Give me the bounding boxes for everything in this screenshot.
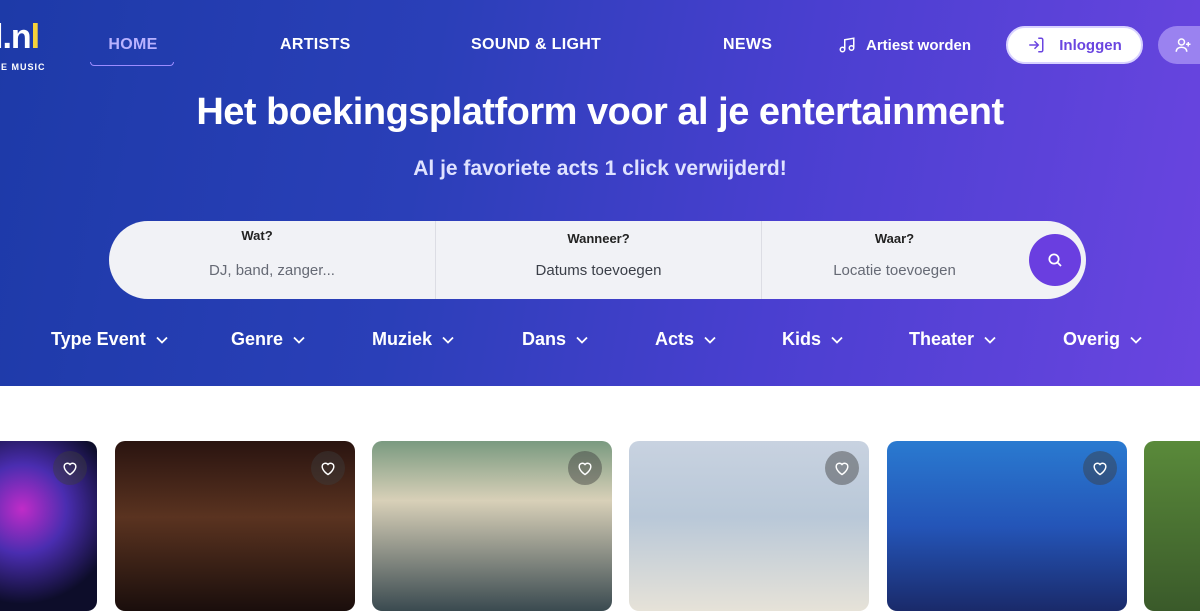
nav-home[interactable]: HOME	[92, 36, 174, 54]
category-kids[interactable]: Kids	[782, 329, 843, 350]
favorite-button[interactable]	[53, 451, 87, 485]
hero-section: l.nl VE MUSIC HOME ARTISTS SOUND & LIGHT…	[0, 0, 1200, 386]
nav-sound-light[interactable]: SOUND & LIGHT	[471, 36, 601, 54]
search-what-field[interactable]: Wat? DJ, band, zanger...	[109, 221, 435, 299]
chevron-down-icon	[442, 336, 454, 344]
user-menu-button[interactable]	[1158, 26, 1200, 64]
nav-home-active-indicator	[90, 62, 174, 66]
artiest-worden-link[interactable]: Artiest worden	[838, 36, 971, 54]
login-arrow-icon	[1029, 37, 1044, 53]
category-dans[interactable]: Dans	[522, 329, 588, 350]
category-overig[interactable]: Overig	[1063, 329, 1142, 350]
favorite-button[interactable]	[311, 451, 345, 485]
search-what-placeholder: DJ, band, zanger...	[209, 262, 335, 279]
search-where-placeholder: Locatie toevoegen	[833, 262, 956, 279]
favorite-button[interactable]	[568, 451, 602, 485]
chevron-down-icon	[704, 336, 716, 344]
user-icon	[1175, 38, 1191, 52]
category-theater[interactable]: Theater	[909, 329, 996, 350]
search-bar: Wat? DJ, band, zanger... Wanneer? Datums…	[109, 221, 1086, 299]
artist-card[interactable]	[115, 441, 355, 611]
hero-title: Het boekingsplatform voor al je entertai…	[196, 91, 1004, 133]
nav-news[interactable]: NEWS	[723, 36, 772, 54]
music-note-icon	[839, 37, 855, 53]
logo-subtitle: VE MUSIC	[0, 62, 46, 72]
category-type-event[interactable]: Type Event	[51, 329, 168, 350]
search-icon	[1048, 253, 1062, 267]
chevron-down-icon	[156, 336, 168, 344]
category-muziek[interactable]: Muziek	[372, 329, 454, 350]
search-submit-button[interactable]	[1029, 234, 1081, 286]
heart-icon	[578, 462, 592, 476]
favorite-button[interactable]	[1083, 451, 1117, 485]
category-acts[interactable]: Acts	[655, 329, 716, 350]
artist-card[interactable]	[887, 441, 1127, 611]
search-when-field[interactable]: Wanneer? Datums toevoegen	[435, 221, 761, 299]
chevron-down-icon	[576, 336, 588, 344]
search-where-field[interactable]: Waar? Locatie toevoegen	[761, 221, 1027, 299]
category-genre[interactable]: Genre	[231, 329, 305, 350]
logo[interactable]: l.nl VE MUSIC	[0, 18, 64, 74]
heart-icon	[835, 462, 849, 476]
favorite-button[interactable]	[825, 451, 859, 485]
search-what-label: Wat?	[241, 228, 273, 243]
chevron-down-icon	[293, 336, 305, 344]
search-when-label: Wanneer?	[567, 231, 630, 246]
chevron-down-icon	[984, 336, 996, 344]
artiest-worden-label: Artiest worden	[866, 36, 972, 54]
heart-icon	[321, 462, 335, 476]
artist-card[interactable]	[1144, 441, 1200, 611]
artist-card[interactable]	[0, 441, 97, 611]
search-where-label: Waar?	[874, 231, 915, 246]
logo-mark: l.nl	[0, 18, 40, 56]
hero-subtitle: Al je favoriete acts 1 click verwijderd!	[413, 157, 787, 180]
artist-card[interactable]	[372, 441, 612, 611]
nav-artists[interactable]: ARTISTS	[280, 36, 351, 54]
heart-icon	[1093, 462, 1107, 476]
artist-card[interactable]	[629, 441, 869, 611]
heart-icon	[63, 462, 77, 476]
search-when-value: Datums toevoegen	[535, 262, 662, 279]
login-button[interactable]: Inloggen	[1006, 26, 1143, 64]
chevron-down-icon	[831, 336, 843, 344]
chevron-down-icon	[1130, 336, 1142, 344]
login-label: Inloggen	[1059, 36, 1122, 54]
